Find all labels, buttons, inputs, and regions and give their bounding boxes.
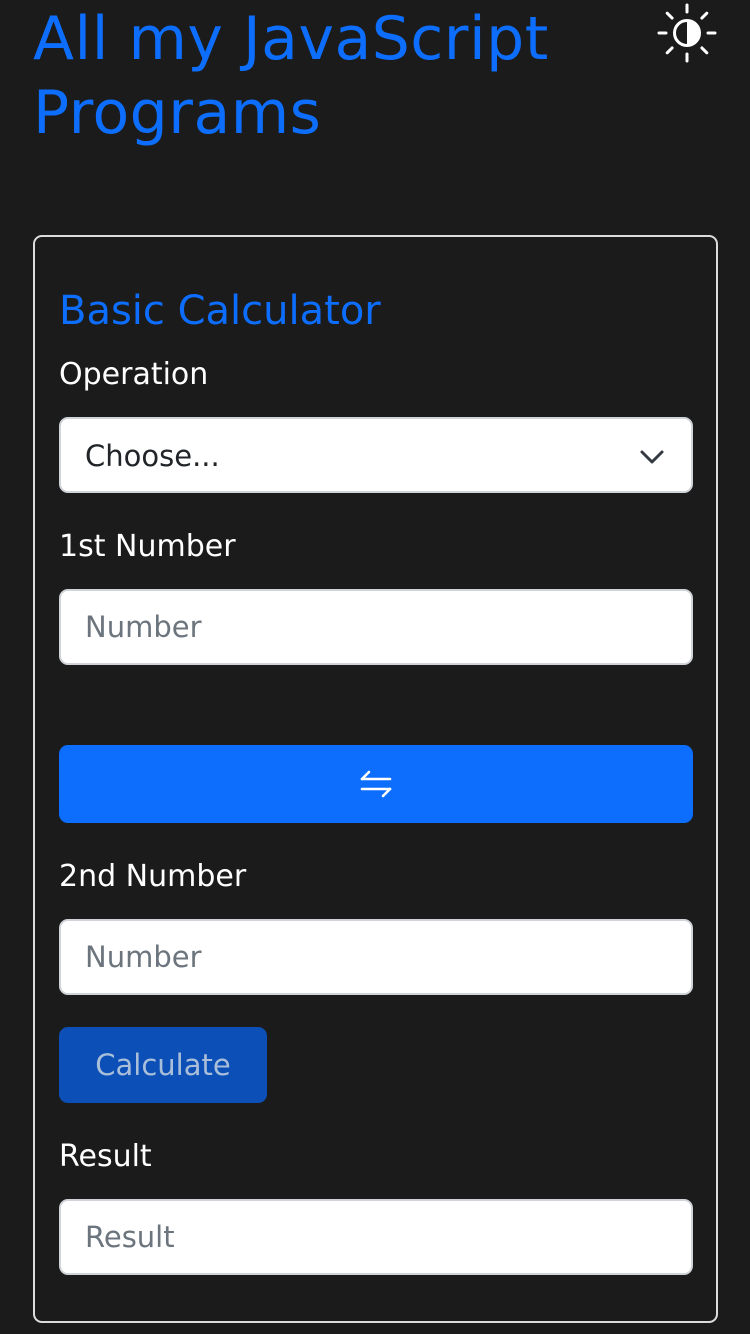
chevron-down-icon — [640, 450, 664, 464]
second-number-input[interactable] — [59, 919, 693, 995]
operation-select[interactable]: Choose... — [59, 417, 693, 493]
contrast-sun-icon — [657, 3, 717, 63]
calculator-card: Basic Calculator Operation Choose... 1st… — [33, 235, 718, 1323]
calculate-button[interactable]: Calculate — [59, 1027, 267, 1103]
page-title: All my JavaScript Programs — [33, 4, 549, 148]
page: All my JavaScript Programs Basic Calcula… — [0, 0, 750, 1334]
operation-select-value: Choose... — [85, 439, 220, 473]
card-title: Basic Calculator — [59, 288, 381, 334]
second-number-label: 2nd Number — [59, 859, 247, 894]
result-field[interactable] — [59, 1199, 693, 1275]
swap-button[interactable] — [59, 745, 693, 823]
result-label: Result — [59, 1139, 152, 1174]
operation-label: Operation — [59, 357, 209, 392]
swap-arrows-icon — [360, 770, 392, 798]
first-number-label: 1st Number — [59, 529, 236, 564]
first-number-input[interactable] — [59, 589, 693, 665]
theme-toggle-button[interactable] — [656, 2, 718, 64]
